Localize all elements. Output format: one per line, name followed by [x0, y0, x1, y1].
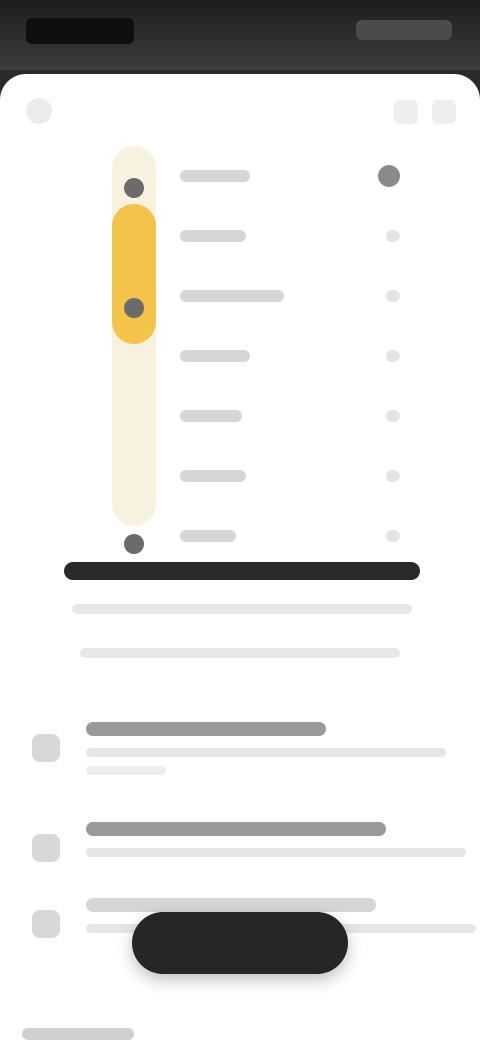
primary-action-button[interactable]	[132, 912, 348, 974]
chart-row-label	[180, 530, 236, 542]
chart-row-label	[180, 290, 284, 302]
chart-dot-top	[124, 178, 144, 198]
chart-row	[180, 164, 400, 188]
list-item-description	[86, 748, 446, 757]
close-icon[interactable]	[26, 98, 52, 124]
chart-row	[180, 404, 400, 428]
list-item-title	[86, 898, 376, 912]
list-item-title	[86, 722, 326, 736]
chart-row	[180, 464, 400, 488]
chart-row-marker	[386, 290, 400, 302]
status-time	[26, 18, 134, 44]
list-item-description	[86, 848, 466, 857]
status-icons	[356, 20, 452, 40]
page-title	[64, 562, 420, 580]
chart-row	[180, 344, 400, 368]
feature-icon	[32, 910, 60, 938]
section-label	[22, 1028, 134, 1040]
list-item[interactable]	[24, 816, 466, 886]
share-icon[interactable]	[394, 100, 418, 124]
chart-row-marker	[386, 410, 400, 422]
page-subtitle-line2	[80, 648, 400, 658]
chart-row-marker	[386, 350, 400, 362]
chart-row-marker	[386, 530, 400, 542]
feature-icon	[32, 734, 60, 762]
chart-row-marker	[378, 165, 400, 187]
chart-row	[180, 524, 400, 548]
chart-row-label	[180, 410, 242, 422]
chart-row-label	[180, 470, 246, 482]
chart-row	[180, 224, 400, 248]
chart-fill	[112, 204, 156, 344]
header-actions	[360, 100, 456, 124]
list-item[interactable]	[24, 716, 464, 786]
chart-dot-active	[124, 298, 144, 318]
chart-row-marker	[386, 470, 400, 482]
more-icon[interactable]	[432, 100, 456, 124]
feature-icon	[32, 834, 60, 862]
chart-row-label	[180, 230, 246, 242]
list-item-description-line2	[86, 766, 166, 775]
chart-row-marker	[386, 230, 400, 242]
list-item-title	[86, 822, 386, 836]
bottom-sheet	[0, 74, 480, 1040]
chart-dot-bottom	[124, 534, 144, 554]
chart-row-label	[180, 170, 250, 182]
page-subtitle	[72, 604, 412, 614]
status-bar	[0, 0, 480, 70]
progress-chart	[100, 134, 420, 564]
chart-row	[180, 284, 400, 308]
chart-row-label	[180, 350, 250, 362]
